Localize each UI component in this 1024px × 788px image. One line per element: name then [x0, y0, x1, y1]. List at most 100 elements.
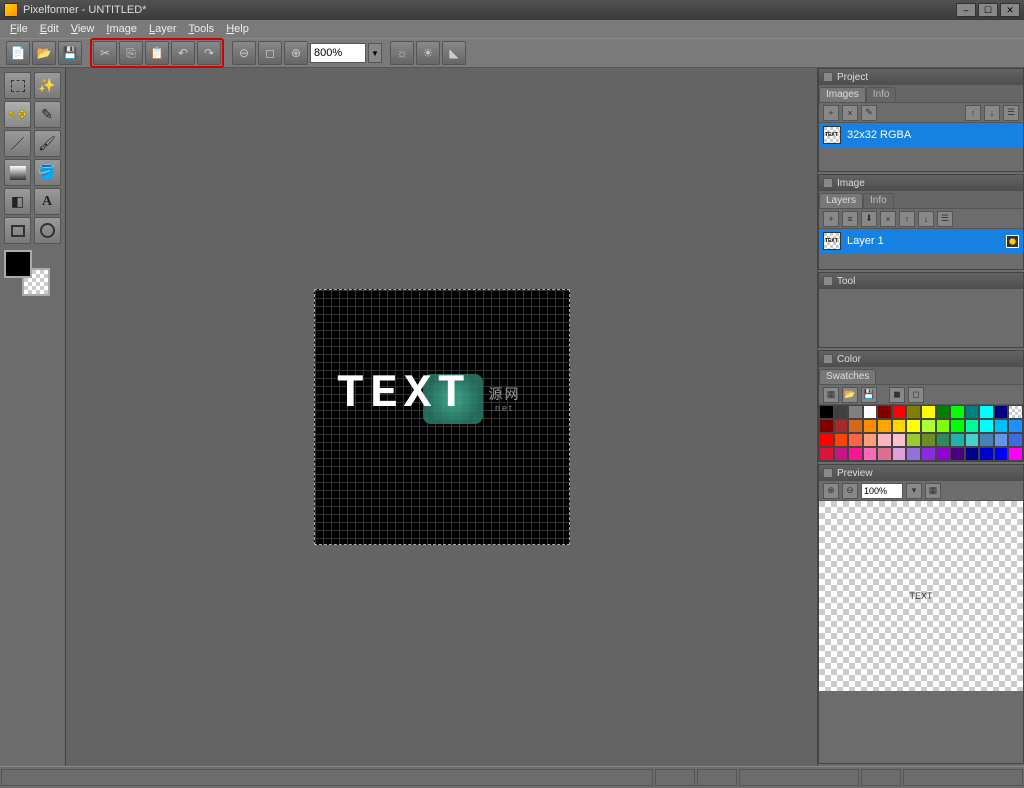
menu-view[interactable]: View: [65, 22, 101, 36]
menu-help[interactable]: Help: [220, 22, 255, 36]
color-swatch[interactable]: [921, 405, 936, 419]
preview-checker-icon[interactable]: ▦: [925, 483, 941, 499]
color-swatch[interactable]: [936, 447, 951, 461]
preview-zoom-out-icon[interactable]: ⊖: [842, 483, 858, 499]
color-swatch[interactable]: [979, 433, 994, 447]
color-swatch[interactable]: [863, 419, 878, 433]
swatch-open-icon[interactable]: 📂: [842, 387, 858, 403]
zoom-level-field[interactable]: 800%: [310, 43, 366, 63]
mountain-button[interactable]: ◣: [442, 41, 466, 65]
color-swatch[interactable]: [921, 433, 936, 447]
eraser-tool[interactable]: ◧: [4, 188, 31, 215]
swatch-del-icon[interactable]: ◻: [908, 387, 924, 403]
menu-layer[interactable]: Layer: [143, 22, 183, 36]
color-swatch[interactable]: [979, 419, 994, 433]
magic-wand-tool[interactable]: ✨: [34, 72, 61, 99]
color-swatch[interactable]: [979, 447, 994, 461]
collapse-icon[interactable]: [823, 468, 833, 478]
sun-button[interactable]: ☀: [416, 41, 440, 65]
tab-info[interactable]: Info: [866, 87, 897, 102]
color-swatch[interactable]: [936, 419, 951, 433]
canvas[interactable]: TEXT 源网 .net: [314, 289, 570, 545]
open-file-button[interactable]: 📂: [32, 41, 56, 65]
rectangle-shape-tool[interactable]: [4, 217, 31, 244]
swatch-add-icon[interactable]: ◼: [889, 387, 905, 403]
maximize-button[interactable]: ☐: [978, 3, 998, 17]
project-down-icon[interactable]: ↓: [984, 105, 1000, 121]
preview-zoom-field[interactable]: 100%: [861, 483, 903, 499]
layer-dup-icon[interactable]: ≡: [842, 211, 858, 227]
tab-swatches[interactable]: Swatches: [819, 369, 876, 384]
color-swatch[interactable]: [994, 419, 1009, 433]
ellipse-shape-tool[interactable]: [34, 217, 61, 244]
copy-button[interactable]: ⎘: [119, 41, 143, 65]
layer-add-icon[interactable]: +: [823, 211, 839, 227]
close-button[interactable]: ✕: [1000, 3, 1020, 17]
tab-image-info[interactable]: Info: [863, 193, 894, 208]
project-del-icon[interactable]: ×: [842, 105, 858, 121]
move-tool[interactable]: ↖✥: [4, 101, 31, 128]
gradient-tool[interactable]: [4, 159, 31, 186]
layer-del-icon[interactable]: ×: [880, 211, 896, 227]
color-swatch[interactable]: [834, 447, 849, 461]
new-file-button[interactable]: 📄: [6, 41, 30, 65]
color-swatch[interactable]: [848, 433, 863, 447]
color-swatch[interactable]: [965, 447, 980, 461]
color-swatch[interactable]: [994, 405, 1009, 419]
color-swatch[interactable]: [936, 405, 951, 419]
project-tool-icon[interactable]: ✎: [861, 105, 877, 121]
layer-up-icon[interactable]: ↑: [899, 211, 915, 227]
menu-image[interactable]: Image: [100, 22, 143, 36]
color-swatch[interactable]: [892, 433, 907, 447]
color-swatch[interactable]: [819, 433, 834, 447]
color-swatch[interactable]: [834, 419, 849, 433]
project-menu-icon[interactable]: ☰: [1003, 105, 1019, 121]
color-swatch[interactable]: [877, 433, 892, 447]
color-swatch[interactable]: [848, 405, 863, 419]
swatch-save-icon[interactable]: 💾: [861, 387, 877, 403]
color-swatch[interactable]: [906, 419, 921, 433]
color-swatch[interactable]: [950, 419, 965, 433]
color-swatch[interactable]: [1008, 433, 1023, 447]
menu-edit[interactable]: Edit: [34, 22, 65, 36]
zoom-fit-button[interactable]: ◻: [258, 41, 282, 65]
rect-select-tool[interactable]: [4, 72, 31, 99]
color-swatch[interactable]: [950, 433, 965, 447]
color-swatch[interactable]: [819, 447, 834, 461]
color-swatch[interactable]: [965, 419, 980, 433]
zoom-in-button[interactable]: ⊕: [284, 41, 308, 65]
collapse-icon[interactable]: [823, 178, 833, 188]
color-swatch[interactable]: [863, 405, 878, 419]
brush-tool[interactable]: 🖌: [34, 130, 61, 157]
color-swatch[interactable]: [892, 405, 907, 419]
color-swatch[interactable]: [1008, 447, 1023, 461]
color-swatch[interactable]: [834, 433, 849, 447]
color-swatch[interactable]: [950, 405, 965, 419]
color-swatch[interactable]: [892, 447, 907, 461]
color-swatch[interactable]: [1008, 405, 1023, 419]
foreground-color[interactable]: [4, 250, 32, 278]
color-swatch[interactable]: [936, 433, 951, 447]
project-up-icon[interactable]: ↑: [965, 105, 981, 121]
zoom-dropdown-button[interactable]: ▼: [368, 43, 382, 63]
color-swatch[interactable]: [906, 433, 921, 447]
layer-menu-icon[interactable]: ☰: [937, 211, 953, 227]
color-swatch[interactable]: [877, 419, 892, 433]
paste-button[interactable]: 📋: [145, 41, 169, 65]
canvas-viewport[interactable]: TEXT 源网 .net: [66, 68, 817, 766]
swatch-grid-icon[interactable]: ▦: [823, 387, 839, 403]
color-swatch[interactable]: [906, 447, 921, 461]
color-swatch[interactable]: [877, 447, 892, 461]
undo-button[interactable]: ↶: [171, 41, 195, 65]
color-swatch[interactable]: [834, 405, 849, 419]
color-swatch[interactable]: [979, 405, 994, 419]
tab-layers[interactable]: Layers: [819, 193, 863, 208]
pencil-tool[interactable]: ／: [4, 130, 31, 157]
save-file-button[interactable]: 💾: [58, 41, 82, 65]
redo-button[interactable]: ↷: [197, 41, 221, 65]
color-swatch[interactable]: [892, 419, 907, 433]
tab-images[interactable]: Images: [819, 87, 866, 102]
color-swatch[interactable]: [921, 419, 936, 433]
color-swatch[interactable]: [950, 447, 965, 461]
text-tool[interactable]: A: [34, 188, 61, 215]
